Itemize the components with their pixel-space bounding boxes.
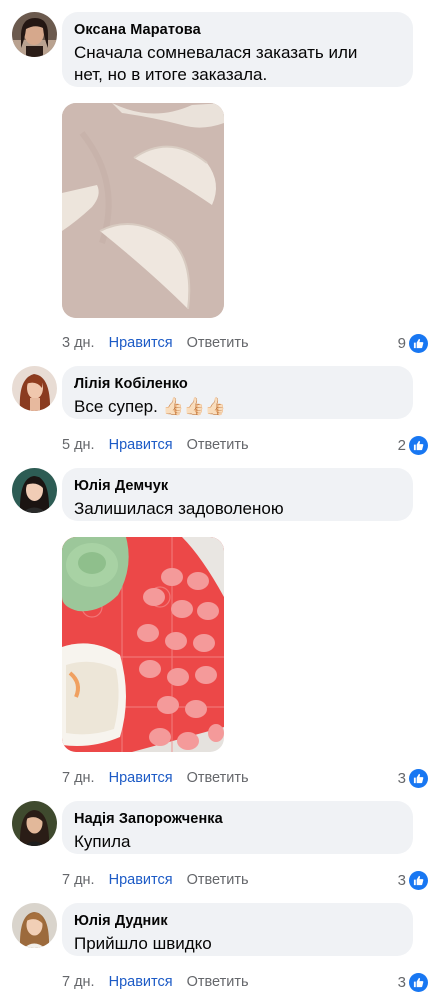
comment-text: Залишилася задоволеною bbox=[74, 499, 284, 518]
reaction-count-text: 2 bbox=[397, 436, 406, 454]
author-name[interactable]: Лілія Кобіленко bbox=[74, 375, 401, 393]
reply-button[interactable]: Ответить bbox=[187, 333, 249, 353]
comment-photo[interactable] bbox=[62, 537, 224, 752]
comment-actions: 7 дн. Нравится Ответить bbox=[62, 972, 249, 992]
reaction-count[interactable]: 3 bbox=[398, 870, 428, 890]
avatar[interactable] bbox=[12, 801, 57, 846]
comment-actions: 3 дн. Нравится Ответить bbox=[62, 333, 249, 353]
comment-bubble: Надія Запорожченка Купила bbox=[62, 801, 413, 854]
like-button[interactable]: Нравится bbox=[109, 435, 173, 455]
comment-bubble: Юлія Дудник Прийшло швидко bbox=[62, 903, 413, 956]
author-name[interactable]: Надія Запорожченка bbox=[74, 810, 401, 828]
like-button[interactable]: Нравится bbox=[109, 768, 173, 788]
reaction-count-text: 3 bbox=[397, 871, 406, 889]
comment-photo[interactable] bbox=[62, 103, 224, 318]
thumbs-up-icon bbox=[409, 768, 428, 788]
reply-button[interactable]: Ответить bbox=[187, 870, 249, 890]
thumbs-up-icon bbox=[409, 972, 428, 992]
avatar[interactable] bbox=[12, 366, 57, 411]
comment-text-line: нет, но в итоге заказала. bbox=[74, 65, 268, 84]
like-button[interactable]: Нравится bbox=[109, 870, 173, 890]
comment-bubble: Лілія Кобіленко Все супер. 👍🏻👍🏻👍🏻 bbox=[62, 366, 413, 419]
comment-time[interactable]: 7 дн. bbox=[62, 870, 95, 890]
thumbs-up-icon bbox=[409, 870, 428, 890]
avatar[interactable] bbox=[12, 12, 57, 57]
reaction-count-text: 3 bbox=[397, 973, 406, 991]
comment-actions: 7 дн. Нравится Ответить bbox=[62, 870, 249, 890]
reaction-count[interactable]: 9 bbox=[398, 333, 428, 353]
reaction-count-text: 3 bbox=[397, 769, 406, 787]
author-name[interactable]: Оксана Маратова bbox=[74, 21, 401, 39]
comment-text: Прийшло швидко bbox=[74, 934, 212, 953]
like-button[interactable]: Нравится bbox=[109, 972, 173, 992]
comment-text: Все супер. 👍🏻👍🏻👍🏻 bbox=[74, 397, 227, 416]
thumbs-up-icon bbox=[409, 333, 428, 353]
like-button[interactable]: Нравится bbox=[109, 333, 173, 353]
author-name[interactable]: Юлія Дудник bbox=[74, 912, 401, 930]
reaction-count[interactable]: 3 bbox=[398, 972, 428, 992]
reaction-count-text: 9 bbox=[397, 334, 406, 352]
comment-bubble: Юлія Демчук Залишилася задоволеною bbox=[62, 468, 413, 521]
comment-actions: 5 дн. Нравится Ответить bbox=[62, 435, 249, 455]
comment-time[interactable]: 3 дн. bbox=[62, 333, 95, 353]
reply-button[interactable]: Ответить bbox=[187, 768, 249, 788]
reaction-count[interactable]: 2 bbox=[398, 435, 428, 455]
thumbs-up-icon bbox=[409, 435, 428, 455]
comment-text: Купила bbox=[74, 832, 131, 851]
reaction-count[interactable]: 3 bbox=[398, 768, 428, 788]
comment-time[interactable]: 7 дн. bbox=[62, 972, 95, 992]
avatar[interactable] bbox=[12, 468, 57, 513]
comment-time[interactable]: 5 дн. bbox=[62, 435, 95, 455]
avatar[interactable] bbox=[12, 903, 57, 948]
reply-button[interactable]: Ответить bbox=[187, 972, 249, 992]
author-name[interactable]: Юлія Демчук bbox=[74, 477, 401, 495]
comment-text: Сначала сомневалася заказать или нет, но… bbox=[74, 42, 401, 86]
comment-text-line: Сначала сомневалася заказать или bbox=[74, 43, 358, 62]
comment-time[interactable]: 7 дн. bbox=[62, 768, 95, 788]
comment-bubble: Оксана Маратова Сначала сомневалася зака… bbox=[62, 12, 413, 87]
reply-button[interactable]: Ответить bbox=[187, 435, 249, 455]
comment-actions: 7 дн. Нравится Ответить bbox=[62, 768, 249, 788]
